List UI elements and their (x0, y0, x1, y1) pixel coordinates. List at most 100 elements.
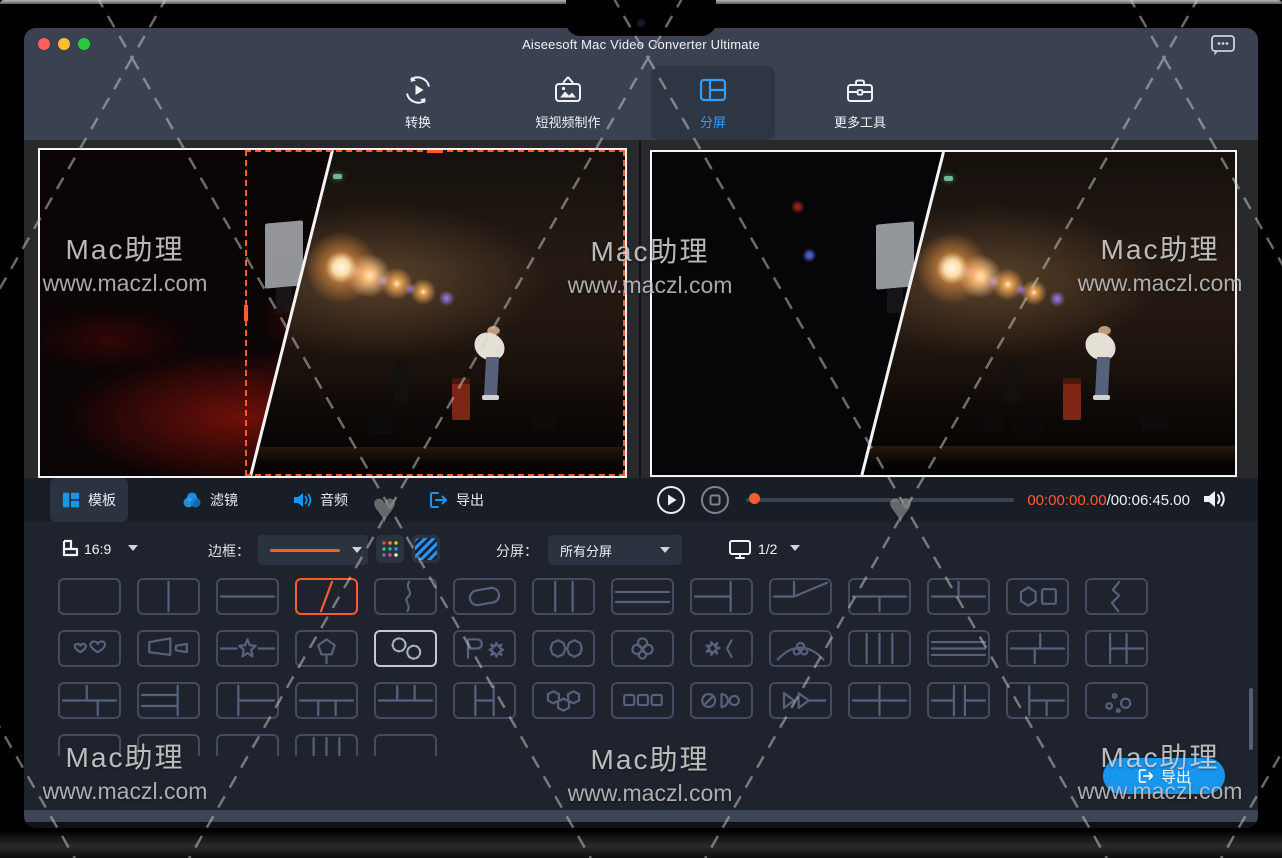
tab-split-screen[interactable]: 分屏 (651, 66, 775, 140)
dropdown-caret (352, 547, 362, 553)
template-clipped-row-item-3[interactable] (216, 734, 279, 756)
aspect-ratio-icon (59, 539, 81, 559)
audio-icon (292, 491, 312, 509)
template-grid-2x2[interactable] (848, 682, 911, 719)
border-pattern-button[interactable] (412, 535, 440, 563)
timecode: 00:00:00.00/00:06:45.00 (954, 492, 1190, 509)
template-two-gears[interactable] (374, 630, 437, 667)
export-icon (1137, 768, 1154, 784)
template-two-columns[interactable] (137, 578, 200, 615)
play-icon (656, 485, 686, 515)
speaker-icon (1202, 488, 1226, 510)
template-left-col-quad[interactable] (1006, 682, 1069, 719)
volume-button[interactable] (1202, 488, 1226, 515)
split-screen-icon (698, 75, 728, 105)
template-grid-mid-column[interactable] (927, 682, 990, 719)
template-two-triangles[interactable] (769, 682, 832, 719)
template-p-burst[interactable] (453, 630, 516, 667)
template-clover[interactable] (611, 630, 674, 667)
export-button[interactable]: 导出 (1103, 758, 1225, 794)
template-zigzag-split[interactable] (1085, 578, 1148, 615)
template-left-two-right-one[interactable] (690, 578, 753, 615)
template-offset-grid[interactable] (1006, 630, 1069, 667)
window-title: Aiseesoft Mac Video Converter Ultimate (24, 37, 1258, 52)
template-star-split[interactable] (216, 630, 279, 667)
monitor-icon (728, 538, 752, 560)
current-time: 00:00:00.00 (1027, 492, 1106, 509)
tab-convert[interactable]: 转换 (356, 66, 480, 140)
title-bar: Aiseesoft Mac Video Converter Ultimate 转… (24, 28, 1258, 140)
editor-preview-canvas[interactable] (38, 148, 627, 478)
template-clipped-row-item-5[interactable] (374, 734, 437, 756)
diagonal-divider (652, 152, 1235, 475)
editor-tab-audio[interactable]: 音频 (280, 478, 360, 522)
stop-button[interactable] (700, 485, 730, 515)
template-arch-clover[interactable] (769, 630, 832, 667)
template-diagonal-split[interactable] (295, 578, 358, 615)
template-top-two-bottom-one[interactable] (927, 578, 990, 615)
template-spark-chevron[interactable] (690, 630, 753, 667)
selected-cell-outline (245, 150, 625, 476)
template-grid (24, 578, 1258, 756)
stop-icon (700, 485, 730, 515)
template-clipped-row-item-4[interactable] (295, 734, 358, 756)
template-three-hexagons[interactable] (532, 682, 595, 719)
template-rounded-leaf[interactable] (453, 578, 516, 615)
footer-strip (24, 810, 1258, 822)
settings-row: 16:9 边框： 分屏： 所有分屏 1/2 (24, 522, 1258, 578)
page-caret[interactable] (790, 545, 800, 551)
editor-tab-label: 音频 (320, 490, 348, 510)
editor-tab-filter[interactable]: 滤镜 (170, 478, 250, 522)
template-scrollbar-thumb[interactable] (1249, 688, 1253, 750)
border-style-dropdown[interactable] (258, 535, 368, 565)
editor-tab-label: 导出 (456, 490, 484, 510)
export-icon (428, 491, 448, 509)
template-single-screen[interactable] (58, 578, 121, 615)
template-two-banners[interactable] (137, 630, 200, 667)
template-three-columns[interactable] (532, 578, 595, 615)
template-two-hearts[interactable] (58, 630, 121, 667)
template-corner-diagonal[interactable] (769, 578, 832, 615)
template-three-rows[interactable] (611, 578, 674, 615)
display-bottom-bezel (0, 832, 1282, 858)
screen-page-control[interactable] (726, 535, 754, 563)
template-left-col-grid[interactable] (1085, 630, 1148, 667)
template-four-columns[interactable] (848, 630, 911, 667)
split-filter-dropdown[interactable]: 所有分屏 (548, 535, 682, 565)
aspect-ratio-control[interactable] (56, 535, 84, 563)
tab-label: 更多工具 (834, 112, 886, 131)
template-curve-split[interactable] (374, 578, 437, 615)
template-four-rows[interactable] (927, 630, 990, 667)
tab-more-tools[interactable]: 更多工具 (798, 66, 922, 140)
template-clipped-row-item-1[interactable] (58, 734, 121, 756)
template-top-one-bottom-three[interactable] (295, 682, 358, 719)
editor-tab-export[interactable]: 导出 (416, 478, 496, 522)
template-left-rows-right-col[interactable] (137, 682, 200, 719)
message-bubble-icon (1210, 34, 1236, 58)
feedback-button[interactable] (1210, 34, 1236, 56)
template-top-two-bottom-split[interactable] (58, 682, 121, 719)
display-notch (566, 0, 716, 36)
play-button[interactable] (656, 485, 686, 515)
template-pentagon[interactable] (295, 630, 358, 667)
color-palette-icon (380, 539, 400, 559)
template-top-one-bottom-two[interactable] (848, 578, 911, 615)
progress-thumb[interactable] (749, 493, 760, 504)
template-hexagon-square[interactable] (1006, 578, 1069, 615)
aspect-ratio-caret[interactable] (128, 545, 138, 551)
editor-tab-label: 滤镜 (210, 490, 238, 510)
dropdown-caret (660, 547, 670, 553)
template-left-col-right-rows[interactable] (216, 682, 279, 719)
tab-short-video[interactable]: 短视频制作 (506, 66, 630, 140)
template-top-three-bottom-one[interactable] (374, 682, 437, 719)
editor-tab-template[interactable]: 模板 (50, 478, 128, 522)
template-two-octagons[interactable] (532, 630, 595, 667)
border-color-button[interactable] (376, 535, 404, 563)
template-circle-mix[interactable] (690, 682, 753, 719)
panel-divider (639, 140, 641, 522)
template-three-squares[interactable] (611, 682, 674, 719)
template-two-rows[interactable] (216, 578, 279, 615)
template-clipped-row-item-2[interactable] (137, 734, 200, 756)
template-three-col-mid-split[interactable] (453, 682, 516, 719)
template-scatter-dots[interactable] (1085, 682, 1148, 719)
